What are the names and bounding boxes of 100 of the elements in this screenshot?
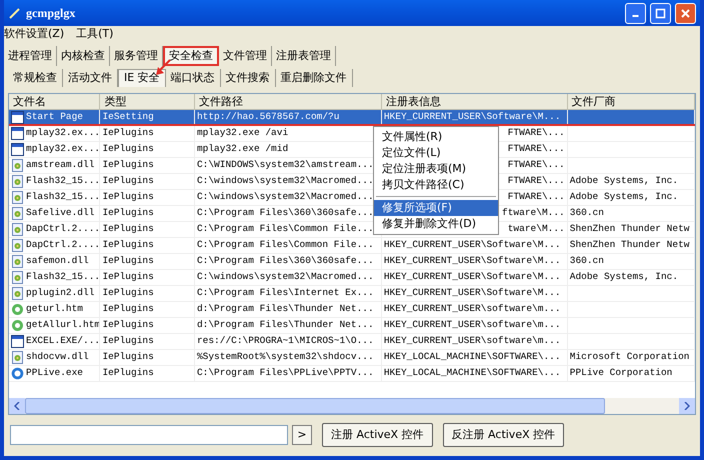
table-cell-text: geturl.htm xyxy=(26,302,84,316)
table-cell-text: PPLive.exe xyxy=(26,366,84,380)
window-icon xyxy=(11,110,24,124)
file-icon xyxy=(11,191,24,204)
table-cell-text: C:\windows\system32\Macromed... xyxy=(196,174,374,188)
table-cell-text: IePlugins xyxy=(102,222,154,236)
close-icon xyxy=(680,8,691,18)
file-icon xyxy=(11,175,24,188)
table-cell-text: IePlugins xyxy=(102,302,154,316)
table-cell-text: C:\Program Files\Common File... xyxy=(196,222,374,236)
table-cell-text: HKEY_LOCAL_MACHINE\SOFTWARE\... xyxy=(384,350,561,364)
menu-item[interactable]: 工具(T) xyxy=(76,26,114,43)
tab[interactable]: 常规检查 xyxy=(8,69,63,87)
tab[interactable]: 注册表管理 xyxy=(272,46,336,66)
column-header[interactable]: 文件名 xyxy=(9,94,100,109)
table-cell-text: IePlugins xyxy=(102,206,154,220)
tab[interactable]: 安全检查 xyxy=(163,46,219,66)
column-header[interactable]: 文件厂商 xyxy=(568,94,695,109)
menu-item[interactable]: 定位文件(L) xyxy=(374,145,498,161)
activex-button[interactable]: 反注册 ActiveX 控件 xyxy=(442,423,564,447)
menu-item[interactable]: 软件设置(Z) xyxy=(4,26,64,43)
close-button[interactable] xyxy=(675,2,696,24)
table-cell-text: HKEY_CURRENT_USER\Software\M... xyxy=(384,286,561,300)
table-cell-text: pplugin2.dll xyxy=(26,286,94,300)
menu-item[interactable]: 文件属性(R) xyxy=(374,129,498,145)
table-cell-text: DapCtrl.2.... xyxy=(26,238,100,252)
window-icon xyxy=(11,127,24,140)
file-icon xyxy=(11,239,24,252)
table-cell-text: IePlugins xyxy=(102,286,154,300)
table-cell-text: mplay32.exe /mid xyxy=(196,142,288,156)
table-cell-text: FTWARE\... xyxy=(508,174,565,188)
scroll-left-icon[interactable] xyxy=(14,402,20,410)
file-icon xyxy=(11,255,24,268)
command-field[interactable] xyxy=(10,425,288,445)
table-cell-text: tware\M... xyxy=(508,222,565,236)
table-cell-text: FTWARE\... xyxy=(508,158,565,172)
table-cell-text: IePlugins xyxy=(102,142,154,156)
table-cell-text: HKEY_LOCAL_MACHINE\SOFTWARE\... xyxy=(384,366,561,380)
table-cell-text: IePlugins xyxy=(102,366,154,380)
file-icon xyxy=(11,223,24,236)
table-cell-text: HKEY_CURRENT_USER\Software\M... xyxy=(384,270,561,284)
column-header[interactable]: 文件路径 xyxy=(194,94,382,109)
table-cell-text: EXCEL.EXE/... xyxy=(26,334,100,348)
table-cell-text: HKEY_CURRENT_USER\software\m... xyxy=(384,334,561,348)
globe-icon xyxy=(11,319,24,332)
menu-item[interactable]: 修复所选项(F) xyxy=(374,200,498,216)
tab[interactable]: 内核检查 xyxy=(57,46,110,66)
table-cell-text: Flash32_15... xyxy=(26,270,100,284)
tab[interactable]: IE 安全 xyxy=(118,69,166,87)
table-cell-text: mplay32.ex... xyxy=(26,142,100,156)
table-cell-text: C:\Program Files\PPLive\PPTV... xyxy=(196,366,374,380)
tab[interactable]: 进程管理 xyxy=(4,46,57,66)
table-cell-text: C:\Program Files\Internet Ex... xyxy=(196,286,374,300)
table-cell-text: 360.cn xyxy=(570,206,604,220)
file-icon xyxy=(11,207,24,220)
tab[interactable]: 文件管理 xyxy=(219,46,272,66)
menu-item[interactable]: 拷贝文件路径(C) xyxy=(374,177,498,193)
table-cell-text: Flash32_15... xyxy=(26,190,100,204)
table-cell-text: IePlugins xyxy=(102,238,154,252)
scroll-right-icon[interactable] xyxy=(684,402,690,410)
table-cell-text: %SystemRoot%\system32\shdocv... xyxy=(196,350,374,364)
table-cell-text: ShenZhen Thunder Netw xyxy=(570,222,690,236)
table-cell-text: Adobe Systems, Inc. xyxy=(570,190,678,204)
table-cell: Start Page xyxy=(26,110,84,124)
tab[interactable]: 端口状态 xyxy=(166,69,221,87)
minimize-button[interactable] xyxy=(625,2,646,24)
minimize-icon xyxy=(632,15,639,17)
table-cell: IeSetting xyxy=(102,110,154,124)
table-cell-text: 360.cn xyxy=(570,254,604,268)
pencil-icon xyxy=(8,6,22,20)
table-cell-text: FTWARE\... xyxy=(508,126,565,140)
menu-item[interactable]: 修复并删除文件(D) xyxy=(374,216,498,232)
table-cell-text: IePlugins xyxy=(102,270,154,284)
file-icon xyxy=(11,159,24,172)
menu-item[interactable]: 定位注册表项(M) xyxy=(374,161,498,177)
window-icon xyxy=(11,143,24,156)
column-header[interactable]: 类型 xyxy=(100,94,195,109)
file-icon xyxy=(11,287,24,300)
table-cell-text: mplay32.exe /avi xyxy=(196,126,288,140)
table-cell-text: mplay32.ex... xyxy=(26,126,100,140)
tab[interactable]: 文件搜索 xyxy=(220,69,276,87)
table-cell-text: C:\Program Files\360\360safe... xyxy=(196,254,374,268)
table-cell-text: IePlugins xyxy=(102,318,154,332)
table-cell-text: Microsoft Corporation xyxy=(570,350,690,364)
table-cell-text: C:\windows\system32\Macromed... xyxy=(196,190,374,204)
activex-button[interactable]: 注册 ActiveX 控件 xyxy=(322,423,433,447)
table-cell-text: PPLive Corporation xyxy=(570,366,672,380)
table-cell-text: shdocvw.dll xyxy=(26,350,89,364)
table-cell-text: HKEY_CURRENT_USER\Software\M... xyxy=(384,254,561,268)
go-button[interactable]: > xyxy=(292,425,312,445)
play-circle-icon xyxy=(11,367,24,380)
column-header[interactable]: 注册表信息 xyxy=(382,94,568,109)
table-cell-text: d:\Program Files\Thunder Net... xyxy=(196,302,374,316)
table-cell: http://hao.5678567.com/?u xyxy=(196,110,340,124)
maximize-button[interactable] xyxy=(650,2,671,24)
table-cell-text: res://C:\PROGRA~1\MICROS~1\O... xyxy=(196,334,374,348)
file-icon xyxy=(11,351,24,364)
horizontal-scrollbar[interactable] xyxy=(9,398,695,414)
tab[interactable]: 重启删除文件 xyxy=(276,69,353,87)
table-cell-text: FTWARE\... xyxy=(508,190,565,204)
